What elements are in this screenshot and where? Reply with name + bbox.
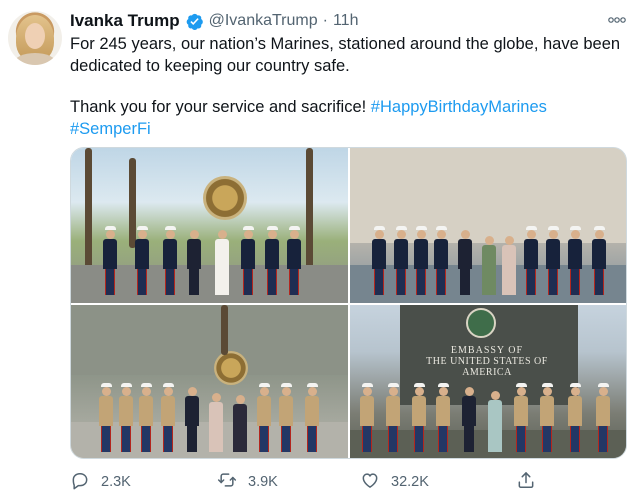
person <box>414 226 428 295</box>
person <box>596 383 610 452</box>
person <box>119 383 133 452</box>
share-button[interactable] <box>516 470 536 494</box>
person <box>209 393 223 452</box>
person <box>103 226 117 295</box>
person <box>514 383 528 452</box>
share-icon <box>516 470 536 495</box>
person <box>139 383 153 452</box>
person <box>524 226 538 295</box>
person <box>257 383 271 452</box>
verified-badge-icon <box>185 12 204 31</box>
person <box>386 383 400 452</box>
person <box>241 226 255 295</box>
person <box>163 226 177 295</box>
person <box>436 383 450 452</box>
retweet-count: 3.9K <box>248 474 278 490</box>
retweet-icon <box>217 470 237 495</box>
embassy-sign-line2: THE UNITED STATES OF AMERICA <box>426 356 548 378</box>
person <box>233 395 247 452</box>
photo-4[interactable]: EMBASSY OF THE UNITED STATES OF AMERICA <box>350 305 626 458</box>
palm-tree <box>221 305 228 355</box>
tweet-actions: 2.3K 3.9K 32.2K <box>70 470 625 494</box>
person <box>482 236 496 295</box>
photo-2[interactable] <box>350 148 626 303</box>
building-wall <box>350 148 626 243</box>
person <box>568 226 582 295</box>
person <box>372 226 386 295</box>
separator-dot: · <box>322 12 328 29</box>
photo-3[interactable] <box>71 305 348 458</box>
building-wall <box>71 305 348 375</box>
like-icon <box>360 470 380 495</box>
person <box>540 383 554 452</box>
marine-seal <box>203 176 247 220</box>
embassy-sign: EMBASSY OF THE UNITED STATES OF AMERICA <box>412 345 562 378</box>
person <box>185 387 199 452</box>
tweet-time[interactable]: 11h <box>333 12 359 30</box>
tweet-text-line1: For 245 years, our nation’s Marines, sta… <box>70 35 621 75</box>
person <box>279 383 293 452</box>
tweet-header: Ivanka Trump @IvankaTrump · 11h <box>70 11 358 31</box>
person <box>99 383 113 452</box>
embassy-sign-line1: EMBASSY OF <box>450 345 524 356</box>
person <box>502 236 516 295</box>
tweet-text-line3: #SemperFi <box>70 119 625 141</box>
person <box>546 226 560 295</box>
person <box>135 226 149 295</box>
tweet-text: For 245 years, our nation’s Marines, sta… <box>70 34 625 140</box>
media-grid: EMBASSY OF THE UNITED STATES OF AMERICA <box>70 147 627 459</box>
photo-1[interactable] <box>71 148 348 303</box>
person <box>568 383 582 452</box>
person <box>360 383 374 452</box>
person <box>161 383 175 452</box>
reply-button[interactable]: 2.3K <box>70 470 131 494</box>
person <box>458 230 472 295</box>
person <box>592 226 606 295</box>
person <box>305 383 319 452</box>
tweet-text-thanks: Thank you for your service and sacrifice… <box>70 98 371 116</box>
person <box>187 230 201 295</box>
avatar-face <box>25 23 45 49</box>
person <box>287 226 301 295</box>
author-handle[interactable]: @IvankaTrump <box>209 12 318 30</box>
person <box>265 226 279 295</box>
avatar[interactable] <box>8 11 62 65</box>
marine-seal <box>214 351 248 385</box>
hashtag-semperfi[interactable]: #SemperFi <box>70 120 151 138</box>
like-button[interactable]: 32.2K <box>360 470 429 494</box>
embassy-seal <box>466 308 496 338</box>
retweet-button[interactable]: 3.9K <box>217 470 278 494</box>
reply-icon <box>70 470 90 495</box>
author-name[interactable]: Ivanka Trump <box>70 11 180 31</box>
hashtag-happybirthdaymarines[interactable]: #HappyBirthdayMarines <box>371 98 547 116</box>
reply-count: 2.3K <box>101 474 131 490</box>
person <box>412 383 426 452</box>
person <box>434 226 448 295</box>
more-options-icon[interactable] <box>604 10 630 30</box>
person <box>488 391 502 452</box>
tweet-text-line2: Thank you for your service and sacrifice… <box>70 97 625 119</box>
person <box>215 230 229 295</box>
like-count: 32.2K <box>391 474 429 490</box>
person <box>394 226 408 295</box>
person <box>462 387 476 452</box>
